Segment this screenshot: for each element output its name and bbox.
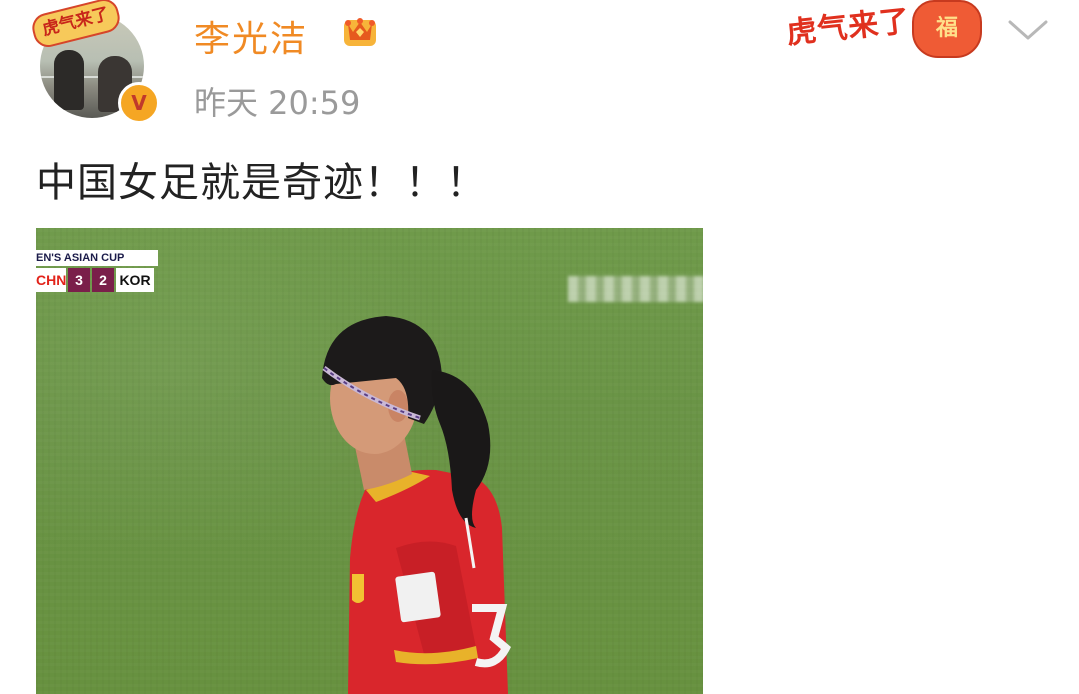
sticker-text: 虎气来了 — [784, 3, 912, 52]
chevron-down-icon[interactable] — [1006, 18, 1050, 44]
avatar-figure — [54, 50, 84, 110]
avatar[interactable]: 虎气来了 V — [28, 0, 160, 124]
post-image[interactable]: EN'S ASIAN CUP CHN 3 2 KOR — [36, 228, 703, 694]
verified-icon: V — [118, 82, 160, 124]
post-text: 中国女足就是奇迹！！！ — [36, 160, 487, 206]
post-timestamp: 昨天 20:59 — [194, 84, 361, 122]
sticker-decoration: 虎气来了 福 — [784, 0, 982, 58]
crown-icon — [344, 18, 376, 46]
lucky-bag-icon: 福 — [912, 0, 982, 58]
username[interactable]: 李光洁 — [194, 10, 308, 62]
player-figure — [322, 316, 511, 694]
